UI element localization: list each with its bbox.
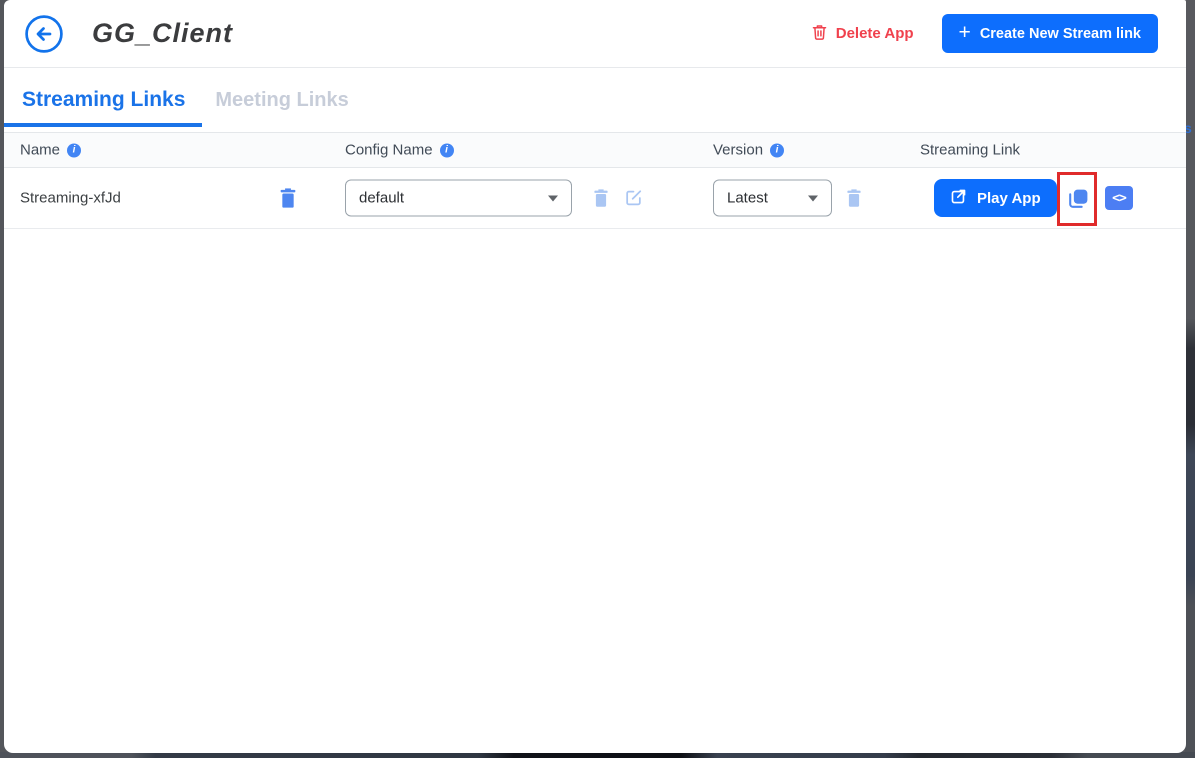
delete-app-label: Delete App [836,25,914,42]
delete-config-button-disabled[interactable] [592,188,610,208]
embed-code-button[interactable]: <> [1105,186,1133,210]
column-header-version: Version i [713,142,784,159]
copy-link-button[interactable] [1065,186,1090,212]
column-streaming-link-label: Streaming Link [920,142,1020,159]
table-header: Name i Config Name i Version i Streaming… [4,132,1186,168]
column-config-name-label: Config Name [345,142,433,159]
trash-icon [592,196,610,211]
back-button[interactable] [24,14,64,54]
version-select[interactable]: Latest [713,180,832,217]
config-name-selected-value: default [359,190,404,207]
app-header: GG_Client Delete App + Create New Stream… [4,0,1186,68]
trash-outline-icon [811,23,828,45]
arrow-left-circle-icon [24,42,64,57]
column-header-streaming-link: Streaming Link [920,142,1020,159]
edit-square-icon [624,196,643,211]
version-selected-value: Latest [727,190,768,207]
background-right-strip [1185,0,1195,758]
delete-app-button[interactable]: Delete App [811,23,914,45]
tab-meeting-links[interactable]: Meeting Links [215,89,348,112]
column-header-name: Name i [20,142,81,159]
table-row: Streaming-xfJd default [4,168,1186,229]
play-app-label: Play App [977,190,1041,207]
info-icon[interactable]: i [67,143,81,157]
chevron-down-icon [548,195,558,201]
plus-icon: + [959,22,971,43]
highlight-box [1057,172,1097,226]
column-header-config-name: Config Name i [345,142,454,159]
app-panel: GG_Client Delete App + Create New Stream… [4,0,1186,753]
column-name-label: Name [20,142,60,159]
delete-stream-button[interactable] [278,187,298,209]
config-name-select[interactable]: default [345,180,572,217]
trash-icon [278,197,298,212]
tab-bar: Streaming Links Meeting Links [4,68,1186,132]
tab-streaming-links[interactable]: Streaming Links [22,88,185,112]
delete-version-button-disabled[interactable] [845,188,863,208]
play-app-button[interactable]: Play App [934,179,1057,217]
edit-config-button-disabled[interactable] [624,189,643,208]
info-icon[interactable]: i [440,143,454,157]
external-link-icon [950,188,967,209]
copy-icon [1065,200,1090,215]
header-actions: Delete App + Create New Stream link [811,14,1158,53]
stream-name-value: Streaming-xfJd [20,190,121,207]
page-title: GG_Client [92,18,233,49]
column-version-label: Version [713,142,763,159]
create-new-stream-link-button[interactable]: + Create New Stream link [942,14,1158,53]
active-tab-underline [4,123,202,127]
trash-icon [845,196,863,211]
chevron-down-icon [808,195,818,201]
code-icon: <> [1112,191,1126,206]
create-new-stream-link-label: Create New Stream link [980,26,1141,42]
info-icon[interactable]: i [770,143,784,157]
